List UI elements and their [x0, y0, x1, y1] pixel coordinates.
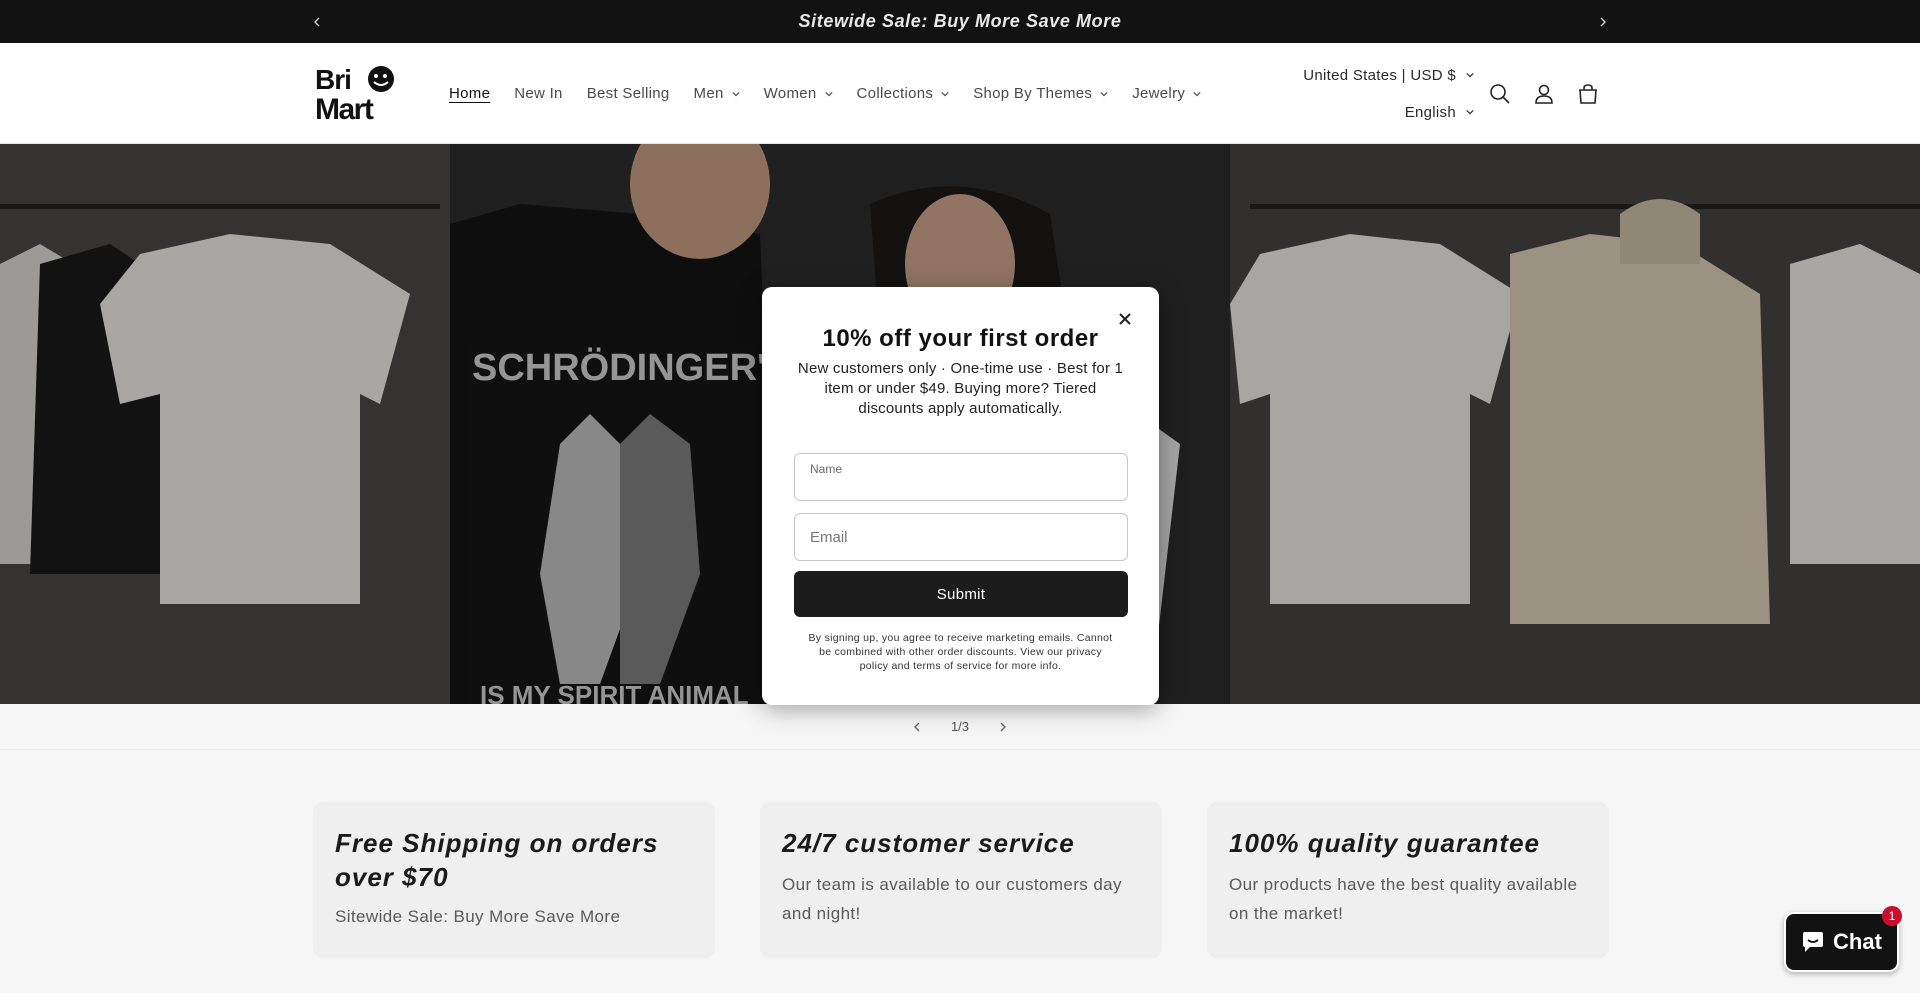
nav-label: New In	[514, 85, 563, 102]
brand-logo-icon: Bri Mart	[315, 64, 394, 126]
chat-label: Chat	[1833, 929, 1882, 954]
main-nav: Home New In Best Selling Men Women Colle…	[449, 43, 1225, 144]
feature-text: Sitewide Sale: Buy More Save More	[335, 907, 621, 926]
slide-prev-button[interactable]	[907, 717, 927, 737]
chevron-down-icon	[824, 91, 833, 96]
feature-card-quality: 100% quality guarantee Our products have…	[1207, 802, 1609, 958]
currency-selector[interactable]: United States | USD $	[1303, 67, 1474, 84]
popup-subtitle: New customers only · One-time use · Best…	[797, 360, 1124, 417]
email-field[interactable]: Email	[794, 513, 1128, 561]
locale-selectors: United States | USD $ English	[1303, 43, 1474, 144]
announcement-prev-button[interactable]	[302, 0, 332, 43]
nav-label: Women	[763, 85, 817, 102]
currency-label: United States | USD $	[1303, 66, 1456, 84]
cart-icon	[1579, 83, 1597, 104]
brand-logo[interactable]: Bri Mart	[313, 63, 409, 126]
language-label: English	[1404, 103, 1456, 121]
slide-counter: 1/3	[950, 719, 970, 734]
svg-text:Bri: Bri	[315, 64, 351, 95]
nav-label: Men	[693, 85, 724, 102]
announcement-bar: Sitewide Sale: Buy More Save More	[0, 0, 1920, 43]
feature-text: Our team is available to our customers d…	[782, 875, 1122, 923]
slide-next-button[interactable]	[993, 717, 1013, 737]
svg-text:Mart: Mart	[315, 93, 374, 123]
feature-title: 100% quality guarantee	[1229, 828, 1540, 858]
feature-text: Our products have the best quality avail…	[1229, 875, 1578, 923]
chevron-down-icon	[1466, 109, 1474, 115]
search-icon	[1490, 83, 1510, 104]
nav-home[interactable]: Home	[449, 85, 490, 102]
close-icon	[1119, 313, 1131, 325]
popup-title: 10% off your first order	[822, 325, 1099, 352]
nav-men[interactable]: Men	[694, 85, 740, 102]
email-placeholder: Email	[810, 529, 848, 546]
header-icons	[1488, 43, 1600, 144]
nav-jewelry[interactable]: Jewelry	[1132, 85, 1201, 102]
discount-popup: 10% off your first order New customers o…	[762, 287, 1159, 705]
name-field-label: Name	[810, 462, 843, 476]
slideshow-controls: 1/3	[0, 704, 1920, 750]
announcement-text[interactable]: Sitewide Sale: Buy More Save More	[799, 11, 1122, 32]
cart-button[interactable]	[1576, 82, 1600, 106]
announcement-next-button[interactable]	[1588, 0, 1618, 43]
language-selector[interactable]: English	[1405, 104, 1474, 121]
feature-card-shipping: Free Shipping on orders over $70 Sitewid…	[313, 802, 715, 958]
chevron-down-icon	[1100, 91, 1108, 96]
chevron-right-icon	[1600, 17, 1606, 26]
account-button[interactable]	[1532, 82, 1556, 106]
nav-label: Shop By Themes	[973, 85, 1093, 102]
nav-collections[interactable]: Collections	[857, 85, 950, 102]
chevron-down-icon	[732, 91, 740, 96]
submit-button[interactable]: Submit	[794, 571, 1128, 617]
nav-label: Home	[449, 85, 491, 102]
chat-button[interactable]: Chat	[1784, 912, 1899, 972]
chevron-down-icon	[1193, 91, 1201, 96]
nav-new-in[interactable]: New In	[514, 85, 563, 102]
feature-title: Free Shipping on orders over $70	[335, 828, 659, 892]
feature-title: 24/7 customer service	[782, 828, 1075, 858]
nav-label: Collections	[856, 85, 934, 102]
chevron-down-icon	[1466, 72, 1474, 78]
name-field[interactable]: Name	[794, 453, 1128, 501]
chevron-left-icon	[913, 722, 920, 731]
nav-shop-by-themes[interactable]: Shop By Themes	[973, 85, 1108, 102]
chevron-right-icon	[1000, 722, 1007, 731]
nav-women[interactable]: Women	[764, 85, 833, 102]
close-button[interactable]	[1115, 309, 1135, 329]
site-header: Bri Mart Home New In Best Selling Men Wo…	[0, 43, 1920, 144]
chat-badge: 1	[1882, 906, 1902, 926]
feature-card-service: 24/7 customer service Our team is availa…	[760, 802, 1162, 958]
account-icon	[1535, 84, 1553, 104]
chevron-left-icon	[314, 17, 320, 26]
nav-best-selling[interactable]: Best Selling	[587, 85, 670, 102]
chat-bubble-icon	[1803, 932, 1824, 952]
nav-label: Best Selling	[586, 85, 670, 102]
popup-legal-text: By signing up, you agree to receive mark…	[808, 632, 1113, 672]
chevron-down-icon	[941, 91, 949, 96]
search-button[interactable]	[1488, 82, 1512, 106]
features-section: Free Shipping on orders over $70 Sitewid…	[0, 750, 1920, 993]
nav-label: Jewelry	[1132, 85, 1186, 102]
